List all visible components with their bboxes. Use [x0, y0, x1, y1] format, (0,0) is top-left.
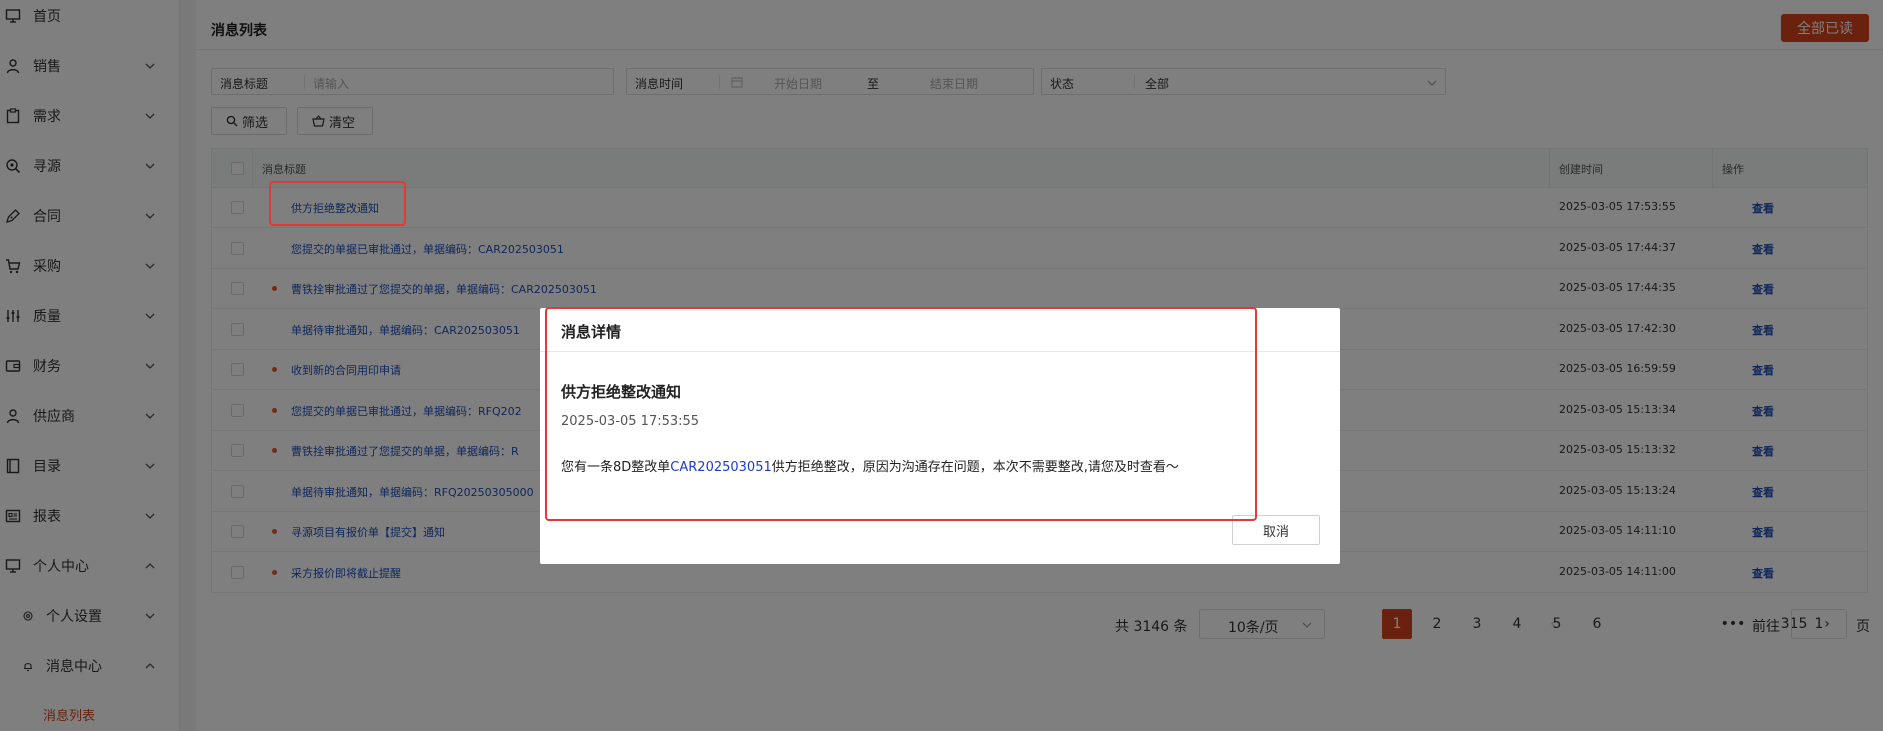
message-content-prefix: 您有一条8D整改单 [561, 460, 671, 475]
dialog-header: 消息详情 [540, 308, 1340, 352]
message-time: 2025-03-05 17:53:55 [561, 414, 700, 429]
message-title: 供方拒绝整改通知 [561, 383, 682, 401]
message-doc-link[interactable]: CAR202503051 [670, 460, 771, 475]
message-detail-dialog: 消息详情 供方拒绝整改通知 2025-03-05 17:53:55 您有一条8D… [540, 308, 1340, 564]
message-content: 您有一条8D整改单CAR202503051供方拒绝整改，原因为沟通存在问题，本次… [561, 456, 1179, 475]
cancel-button[interactable]: 取消 [1232, 515, 1320, 545]
message-content-suffix: 供方拒绝整改，原因为沟通存在问题，本次不需要整改,请您及时查看～ [771, 460, 1179, 475]
dialog-title: 消息详情 [561, 323, 622, 341]
